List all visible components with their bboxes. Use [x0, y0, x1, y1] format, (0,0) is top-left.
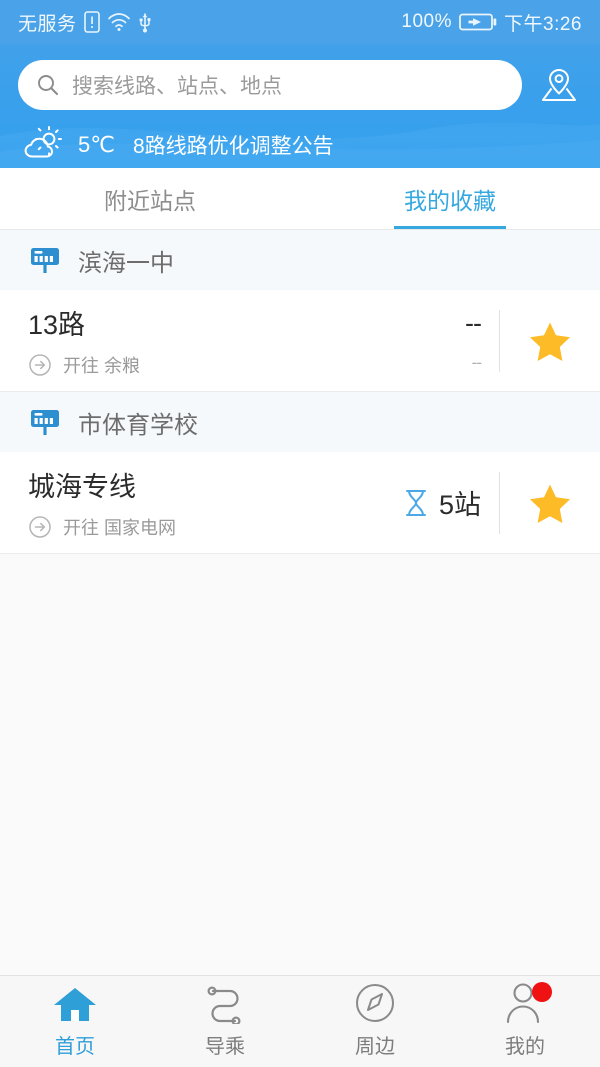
tab-nearby-stations[interactable]: 附近站点 — [0, 168, 300, 229]
route-name-row: 13路 — [28, 303, 349, 342]
route-name-row: 城海专线 — [28, 465, 349, 504]
status-bar-left: 无服务 — [18, 9, 152, 36]
map-pin-icon — [542, 68, 576, 101]
nav-item-home-label: 首页 — [55, 1036, 95, 1058]
nav-item-transfer-label: 导乘 — [205, 1036, 245, 1058]
search-row: 搜索线路、站点、地点 — [18, 60, 582, 110]
station-name: 市体育学校 — [78, 411, 198, 439]
route-direction-row: 开往 国家电网 — [28, 514, 349, 540]
carrier-label: 无服务 — [18, 13, 77, 35]
route-direction-row: 开往 余粮 — [28, 352, 349, 378]
nav-item-nearby[interactable]: 周边 — [300, 976, 450, 1067]
route-name: 城海专线 — [28, 472, 136, 502]
route-row[interactable]: 城海专线 开往 国家电网 5站 — [0, 452, 600, 554]
star-filled-icon — [530, 484, 570, 523]
status-bar: 无服务 100% 下午3:26 — [0, 0, 600, 44]
tab-my-favorites[interactable]: 我的收藏 — [300, 168, 600, 229]
search-input[interactable]: 搜索线路、站点、地点 — [18, 60, 522, 110]
nav-item-nearby-label: 周边 — [355, 1036, 395, 1058]
status-bar-right: 100% 下午3:26 — [401, 9, 582, 36]
station-name: 滨海一中 — [78, 249, 174, 277]
hourglass-icon — [405, 489, 426, 516]
route-eta-primary: -- — [465, 308, 482, 339]
nav-item-transfer[interactable]: 导乘 — [150, 976, 300, 1067]
route-eta-secondary: -- — [471, 353, 482, 372]
route-info: 城海专线 开往 国家电网 — [28, 465, 349, 540]
favorites-list: 滨海一中 13路 开往 余粮 -- -- 市体育学校 城海专线 开往 国家电网 … — [0, 230, 600, 975]
route-row[interactable]: 13路 开往 余粮 -- -- — [0, 290, 600, 392]
route-path-icon — [202, 984, 248, 1024]
battery-charging-icon — [459, 13, 497, 31]
sim-alert-icon — [83, 11, 100, 33]
route-name: 13路 — [28, 310, 86, 340]
search-placeholder: 搜索线路、站点、地点 — [72, 75, 282, 98]
temperature-label: 5℃ — [78, 132, 115, 157]
weather-row[interactable]: 5℃ 8路线路优化调整公告 — [18, 126, 582, 164]
wifi-icon — [107, 13, 130, 31]
bottom-navigation: 首页 导乘 周边 我的 — [0, 975, 600, 1067]
route-direction: 开往 国家电网 — [63, 518, 177, 538]
clock-label: 下午3:26 — [504, 13, 582, 35]
nav-item-home[interactable]: 首页 — [0, 976, 150, 1067]
nav-item-profile[interactable]: 我的 — [450, 976, 600, 1067]
star-filled-icon — [530, 322, 570, 361]
station-group-header[interactable]: 市体育学校 — [0, 392, 600, 452]
arrow-right-circle-icon — [29, 516, 51, 538]
home-icon — [52, 984, 98, 1024]
route-eta: -- -- — [349, 308, 499, 373]
route-eta-value: -- — [465, 308, 482, 338]
battery-percent-label: 100% — [401, 11, 453, 32]
usb-icon — [139, 13, 151, 33]
bus-stop-sign-icon — [31, 248, 59, 273]
person-icon — [504, 982, 552, 1024]
app-screen: 无服务 100% 下午3:26 搜索线路、站点、地点 5℃ 8路线路优化调整公告… — [0, 0, 600, 1067]
tab-nearby-stations-label: 附近站点 — [104, 187, 196, 214]
route-eta-primary: 5站 — [403, 483, 481, 522]
route-info: 13路 开往 余粮 — [28, 303, 349, 378]
compass-icon — [353, 984, 397, 1024]
arrow-right-circle-icon — [29, 354, 51, 376]
map-pin-button[interactable] — [536, 62, 582, 108]
station-group-header[interactable]: 滨海一中 — [0, 230, 600, 290]
sun-behind-cloud-icon — [24, 126, 62, 158]
notice-label[interactable]: 8路线路优化调整公告 — [133, 130, 334, 160]
bus-stop-sign-icon — [31, 410, 59, 435]
tab-bar: 附近站点 我的收藏 — [0, 168, 600, 230]
nav-item-profile-label: 我的 — [505, 1036, 545, 1058]
route-eta: 5站 — [349, 483, 499, 522]
tab-my-favorites-label: 我的收藏 — [404, 187, 496, 214]
route-eta-value: 5站 — [438, 490, 481, 520]
favorite-button[interactable] — [500, 318, 600, 364]
favorite-button[interactable] — [500, 480, 600, 526]
search-icon — [38, 75, 59, 96]
app-header: 搜索线路、站点、地点 5℃ 8路线路优化调整公告 — [0, 44, 600, 168]
route-direction: 开往 余粮 — [63, 356, 141, 376]
notification-badge — [532, 982, 552, 1002]
